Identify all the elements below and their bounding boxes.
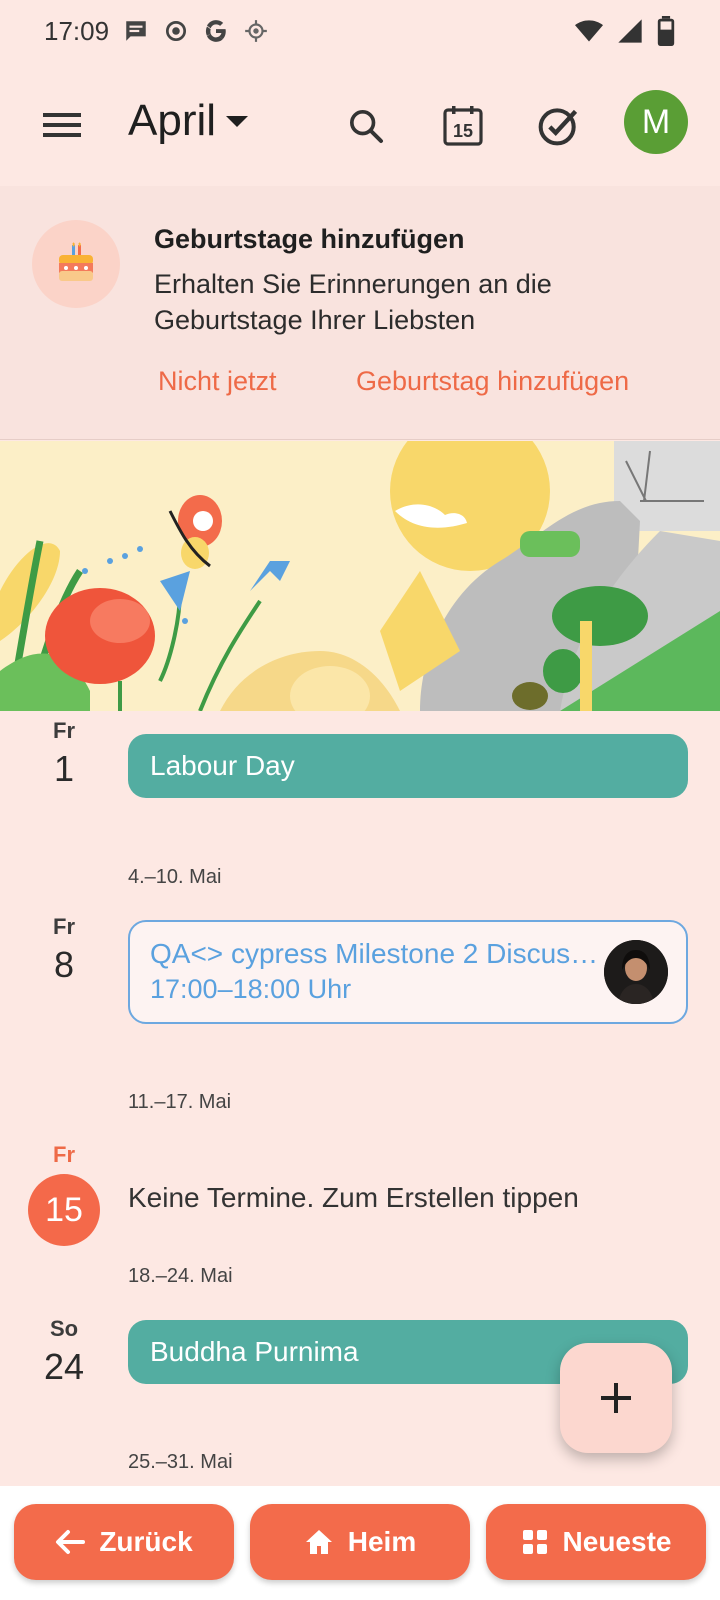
day-header: Fr 1 xyxy=(26,718,102,790)
day-of-week: Fr xyxy=(53,718,75,743)
banner-description: Erhalten Sie Erinnerungen an die Geburts… xyxy=(154,269,552,335)
message-icon xyxy=(126,21,146,41)
event-labour-day[interactable]: Labour Day xyxy=(128,734,688,798)
birthday-banner: Geburtstage hinzufügen Erhalten Sie Erin… xyxy=(0,186,720,440)
day-number: 8 xyxy=(53,944,75,985)
wifi-icon xyxy=(575,20,603,42)
day-of-week: So xyxy=(49,1316,79,1341)
gps-icon xyxy=(245,20,267,42)
week-range-label: 4.–10. Mai xyxy=(128,866,222,888)
day-header: Fr 8 xyxy=(26,914,102,986)
event-title: QA<> cypress Milestone 2 Discussion xyxy=(150,938,602,969)
day-header: So 24 xyxy=(26,1316,102,1388)
not-now-button[interactable]: Nicht jetzt xyxy=(158,366,277,397)
banner-title: Geburtstage hinzufügen xyxy=(154,224,465,254)
month-title: April xyxy=(128,96,217,145)
app-bar: April 15 xyxy=(0,80,720,170)
bottom-navigation: Zurück Heim Neueste xyxy=(0,1486,720,1600)
search-icon xyxy=(350,110,383,143)
today-date-circle: 15 xyxy=(28,1174,100,1246)
location-target-icon xyxy=(166,20,187,42)
arrow-left-icon xyxy=(56,1530,86,1554)
status-bar: 17:09 xyxy=(0,0,720,62)
attendee-avatar xyxy=(604,940,668,1004)
month-header-illustration xyxy=(0,441,720,711)
grid-apps-icon xyxy=(522,1530,547,1554)
no-events-create-prompt[interactable]: Keine Termine. Zum Erstellen tippen xyxy=(128,1182,579,1214)
week-range-label: 25.–31. Mai xyxy=(128,1451,233,1473)
home-label: Heim xyxy=(347,1526,417,1557)
day-number: 24 xyxy=(43,1346,85,1387)
back-label: Zurück xyxy=(99,1526,193,1557)
event-qa-cypress[interactable]: QA<> cypress Milestone 2 Discussion 17:0… xyxy=(128,920,688,1024)
add-birthday-button[interactable]: Geburtstag hinzufügen xyxy=(356,366,629,397)
signal-icon xyxy=(618,19,642,43)
plus-icon xyxy=(601,1383,631,1413)
recent-label: Neueste xyxy=(562,1526,672,1557)
task-check-icon xyxy=(538,108,578,146)
dropdown-arrow-icon xyxy=(226,116,249,127)
search-button[interactable] xyxy=(340,100,392,152)
today-button[interactable]: 15 xyxy=(437,100,489,152)
home-button[interactable]: Heim xyxy=(250,1504,470,1580)
day-of-week: Fr xyxy=(53,914,75,939)
week-range-label: 18.–24. Mai xyxy=(128,1265,233,1287)
battery-icon xyxy=(657,16,675,46)
back-button[interactable]: Zurück xyxy=(14,1504,234,1580)
create-event-fab[interactable] xyxy=(560,1343,672,1453)
svg-text:15: 15 xyxy=(453,121,473,141)
recent-button[interactable]: Neueste xyxy=(486,1504,706,1580)
hamburger-menu-icon xyxy=(43,113,81,137)
month-selector[interactable]: April xyxy=(128,96,249,146)
account-avatar[interactable]: M xyxy=(624,90,688,154)
status-time: 17:09 xyxy=(44,15,110,46)
event-time: 17:00–18:00 Uhr xyxy=(150,974,352,1004)
calendar-today-icon: 15 xyxy=(443,106,483,146)
day-of-week: Fr xyxy=(53,1142,75,1167)
home-icon xyxy=(305,1530,332,1554)
day-header-today: Fr 15 xyxy=(26,1142,102,1246)
google-icon xyxy=(206,20,226,42)
day-number: 1 xyxy=(53,748,75,789)
menu-button[interactable] xyxy=(40,102,86,148)
tasks-button[interactable] xyxy=(533,100,585,152)
week-range-label: 11.–17. Mai xyxy=(128,1091,232,1113)
cake-icon xyxy=(32,220,120,308)
